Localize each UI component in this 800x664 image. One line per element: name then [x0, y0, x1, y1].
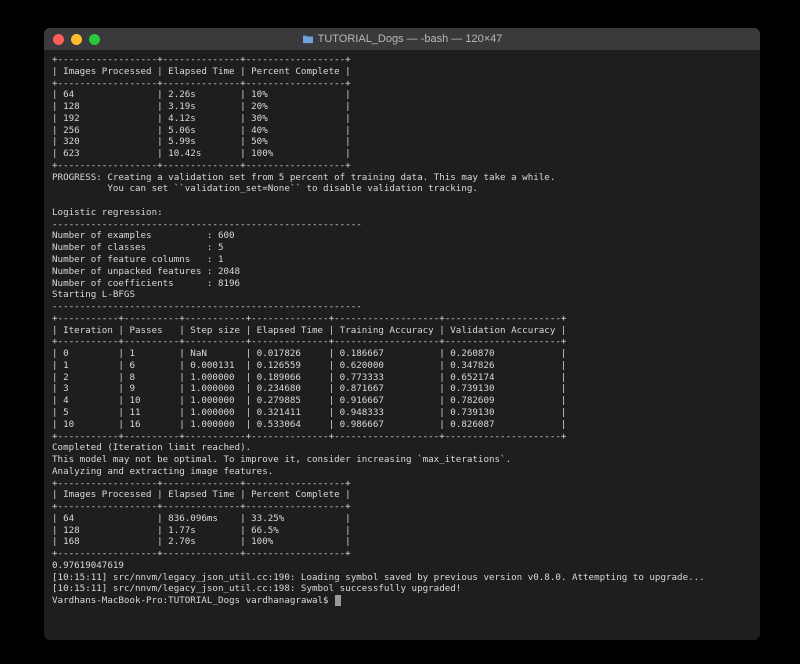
t2-row: | 5 | 11 | 1.000000 | 0.321411 | 0.94833…	[52, 407, 566, 418]
t2-header: | Iteration | Passes | Step size | Elaps…	[52, 325, 566, 336]
window-controls	[44, 34, 100, 45]
t2-border-top: +-----------+----------+-----------+----…	[52, 313, 566, 324]
stat-line: Number of classes : 5	[52, 242, 223, 253]
t1-border-bot: +------------------+--------------+-----…	[52, 160, 351, 171]
t1-row: | 256 | 5.06s | 40% |	[52, 125, 351, 136]
t3-border-top: +------------------+--------------+-----…	[52, 478, 351, 489]
divider: ----------------------------------------…	[52, 301, 362, 312]
t1-border-top: +------------------+--------------+-----…	[52, 54, 351, 65]
window-title: TUTORIAL_Dogs — -bash — 120×47	[44, 33, 760, 45]
close-icon[interactable]	[53, 34, 64, 45]
stat-line: Number of feature columns : 1	[52, 254, 223, 265]
t3-header: | Images Processed | Elapsed Time | Perc…	[52, 489, 351, 500]
t1-header: | Images Processed | Elapsed Time | Perc…	[52, 66, 351, 77]
t2-row: | 2 | 8 | 1.000000 | 0.189066 | 0.773333…	[52, 372, 566, 383]
warn-line: This model may not be optimal. To improv…	[52, 454, 511, 465]
t1-row: | 128 | 3.19s | 20% |	[52, 101, 351, 112]
stat-line: Number of unpacked features : 2048	[52, 266, 240, 277]
t2-row: | 10 | 16 | 1.000000 | 0.533064 | 0.9866…	[52, 419, 566, 430]
t3-row: | 128 | 1.77s | 66.5% |	[52, 525, 351, 536]
minimize-icon[interactable]	[71, 34, 82, 45]
t2-border-mid: +-----------+----------+-----------+----…	[52, 336, 566, 347]
t1-row: | 623 | 10.42s | 100% |	[52, 148, 351, 159]
logistic-header: Logistic regression:	[52, 207, 163, 218]
progress-line: You can set ``validation_set=None`` to d…	[52, 183, 478, 194]
progress-line: PROGRESS: Creating a validation set from…	[52, 172, 555, 183]
t1-row: | 320 | 5.99s | 50% |	[52, 136, 351, 147]
divider: ----------------------------------------…	[52, 219, 362, 230]
analyzing-line: Analyzing and extracting image features.	[52, 466, 273, 477]
folder-icon	[302, 34, 314, 44]
cursor-icon	[335, 595, 341, 606]
stat-line: Number of examples : 600	[52, 230, 235, 241]
terminal-window: TUTORIAL_Dogs — -bash — 120×47 +--------…	[44, 28, 760, 640]
t2-row: | 4 | 10 | 1.000000 | 0.279885 | 0.91666…	[52, 395, 566, 406]
t1-row: | 192 | 4.12s | 30% |	[52, 113, 351, 124]
t3-row: | 168 | 2.70s | 100% |	[52, 536, 351, 547]
starting-line: Starting L-BFGS	[52, 289, 135, 300]
t2-border-bot: +-----------+----------+-----------+----…	[52, 431, 566, 442]
log-line: [10:15:11] src/nnvm/legacy_json_util.cc:…	[52, 583, 461, 594]
prompt[interactable]: Vardhans-MacBook-Pro:TUTORIAL_Dogs vardh…	[52, 595, 334, 606]
titlebar: TUTORIAL_Dogs — -bash — 120×47	[44, 28, 760, 50]
stat-line: Number of coefficients : 8196	[52, 278, 240, 289]
maximize-icon[interactable]	[89, 34, 100, 45]
t2-row: | 0 | 1 | NaN | 0.017826 | 0.186667 | 0.…	[52, 348, 566, 359]
t2-row: | 1 | 6 | 0.000131 | 0.126559 | 0.620000…	[52, 360, 566, 371]
t1-border-mid: +------------------+--------------+-----…	[52, 78, 351, 89]
t3-border-bot: +------------------+--------------+-----…	[52, 548, 351, 559]
t1-row: | 64 | 2.26s | 10% |	[52, 89, 351, 100]
t2-row: | 3 | 9 | 1.000000 | 0.234680 | 0.871667…	[52, 383, 566, 394]
window-title-text: TUTORIAL_Dogs — -bash — 120×47	[318, 33, 503, 45]
terminal-output[interactable]: +------------------+--------------+-----…	[44, 50, 760, 640]
log-line: [10:15:11] src/nnvm/legacy_json_util.cc:…	[52, 572, 705, 583]
completed-line: Completed (Iteration limit reached).	[52, 442, 251, 453]
score-line: 0.97619047619	[52, 560, 124, 571]
t3-border-mid: +------------------+--------------+-----…	[52, 501, 351, 512]
t3-row: | 64 | 836.096ms | 33.25% |	[52, 513, 351, 524]
